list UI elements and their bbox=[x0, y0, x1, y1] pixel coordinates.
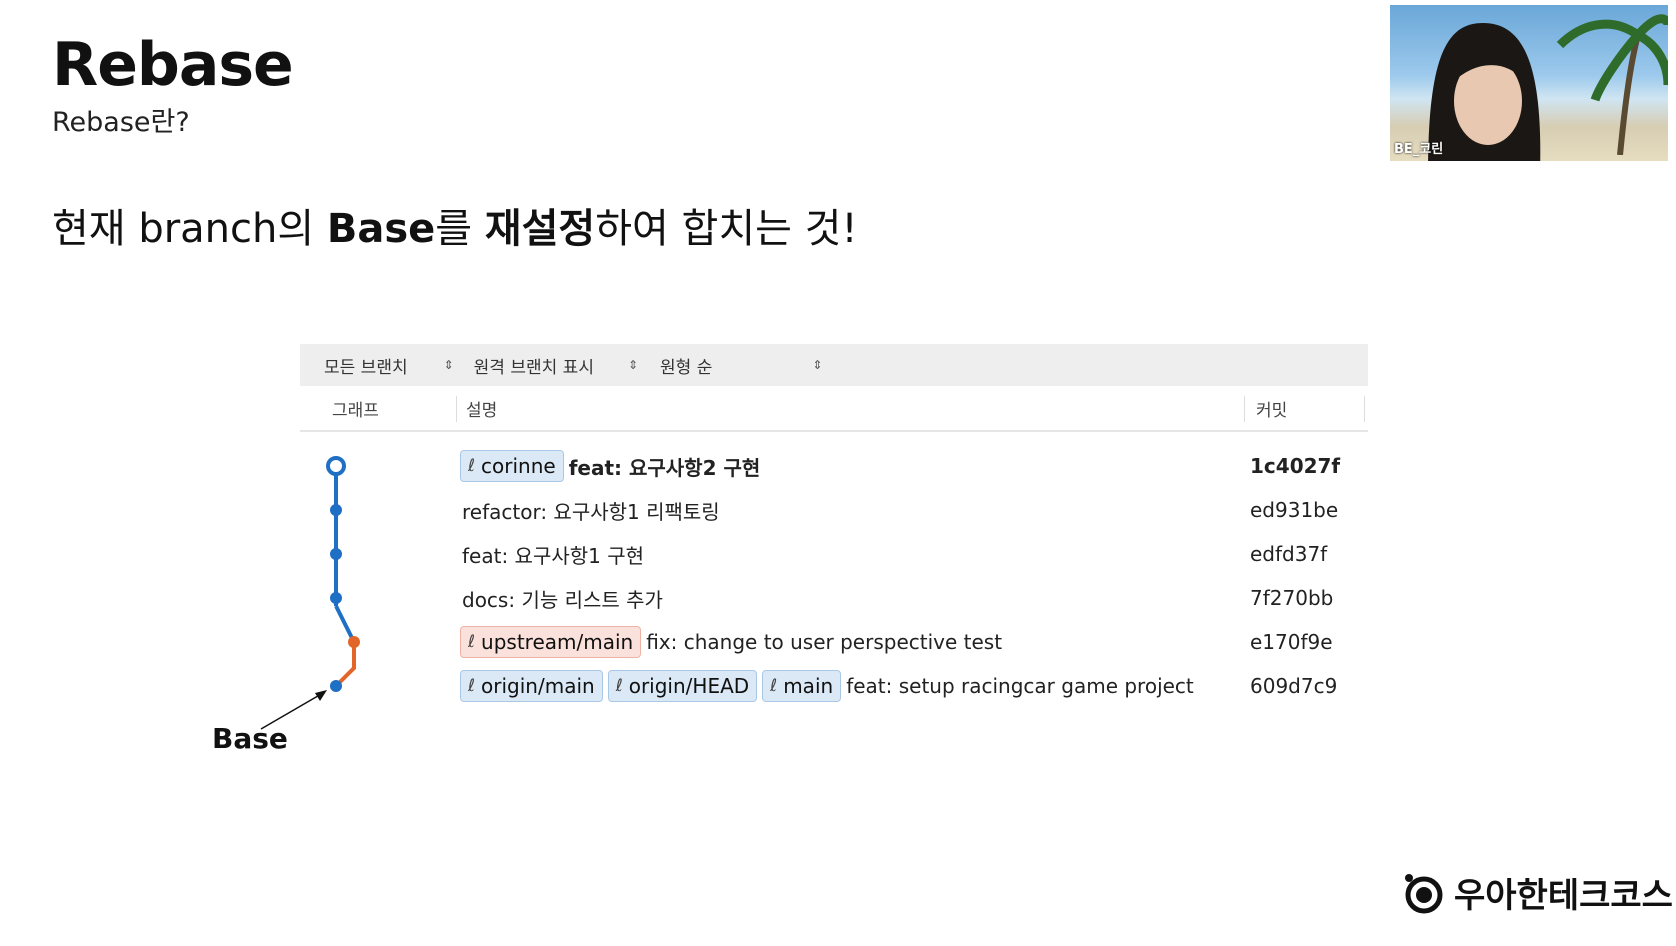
commit-graph bbox=[326, 456, 360, 692]
commit-message: docs: 기능 리스트 추가 bbox=[462, 587, 663, 612]
commit-description: ℓ origin/main ℓ origin/HEAD ℓ main feat: se… bbox=[460, 670, 1194, 702]
headline-bold2: 재설정 bbox=[484, 206, 596, 252]
branch-icon: ℓ bbox=[770, 676, 778, 696]
base-label: Base bbox=[212, 722, 288, 755]
headline: 현재 branch의 Base를 재설정하여 합치는 것! bbox=[52, 196, 857, 254]
column-description[interactable]: 설명 bbox=[466, 396, 497, 421]
commit-node[interactable] bbox=[330, 504, 342, 516]
branch-tag[interactable]: ℓ origin/HEAD bbox=[607, 670, 758, 702]
webcam-name-label: BE_코린 bbox=[1394, 142, 1444, 157]
headline-part3: 하여 합치는 것! bbox=[595, 206, 858, 252]
column-divider[interactable] bbox=[1244, 396, 1245, 422]
commit-message: feat: setup racingcar game project bbox=[846, 674, 1194, 698]
palm-tree-icon bbox=[1556, 14, 1668, 155]
commit-node[interactable] bbox=[330, 548, 342, 560]
logo-text: 우아한테크코스 bbox=[1454, 876, 1673, 916]
git-toolbar: 모든 브랜치 ⇕ 원격 브랜치 표시 ⇕ 원형 순 ⇕ bbox=[300, 344, 1368, 386]
order-select[interactable]: 원형 순 ⇕ bbox=[660, 353, 822, 378]
branch-icon: ℓ bbox=[468, 676, 476, 696]
branch-filter-select[interactable]: 모든 브랜치 ⇕ bbox=[324, 353, 454, 378]
commit-hash: edfd37f bbox=[1250, 542, 1328, 566]
slide-title: Rebase bbox=[52, 30, 294, 100]
commit-message: fix: change to user perspective test bbox=[646, 630, 1003, 654]
branch-icon: ℓ bbox=[468, 632, 476, 652]
slide: Rebase Rebase란? 현재 branch의 Base를 재설정하여 합… bbox=[0, 0, 1676, 946]
branch-filter-label: 모든 브랜치 bbox=[324, 357, 408, 378]
woowa-tech-course-logo: 우아한테크코스 bbox=[1400, 868, 1673, 917]
commit-description: refactor: 요구사항1 리팩토링 bbox=[460, 496, 720, 525]
commit-hash: 609d7c9 bbox=[1250, 674, 1338, 698]
headline-part2: 를 bbox=[435, 206, 485, 252]
commit-description: docs: 기능 리스트 추가 bbox=[460, 584, 663, 613]
commit-node[interactable] bbox=[330, 592, 342, 604]
webcam-video: BE_코린 bbox=[1390, 5, 1668, 161]
chevron-updown-icon: ⇕ bbox=[443, 358, 454, 372]
commit-hash: e170f9e bbox=[1250, 630, 1333, 654]
branch-tag-label: corinne bbox=[481, 454, 556, 478]
branch-tag[interactable]: ℓ origin/main bbox=[460, 670, 603, 702]
commit-hash: 7f270bb bbox=[1250, 586, 1334, 610]
chevron-updown-icon: ⇕ bbox=[627, 358, 639, 372]
branch-icon: ℓ bbox=[615, 676, 623, 696]
remote-branch-label: 원격 브랜치 표시 bbox=[473, 357, 594, 378]
order-label: 원형 순 bbox=[660, 357, 713, 378]
commit-description: ℓ corinne feat: 요구사항2 구현 bbox=[460, 450, 760, 482]
git-log-panel: 모든 브랜치 ⇕ 원격 브랜치 표시 ⇕ 원형 순 ⇕ 그래프 설명 커밋 ℓ … bbox=[300, 344, 1368, 702]
commit-hash: ed931be bbox=[1250, 498, 1339, 522]
branch-tag-label: main bbox=[783, 674, 834, 698]
column-divider bbox=[1364, 396, 1365, 422]
branch-tag-label: origin/main bbox=[481, 674, 595, 698]
commit-description: feat: 요구사항1 구현 bbox=[460, 540, 644, 569]
branch-tag[interactable]: ℓ corinne bbox=[460, 450, 564, 482]
commit-message: feat: 요구사항2 구현 bbox=[568, 455, 761, 480]
remote-branch-select[interactable]: 원격 브랜치 표시 ⇕ bbox=[474, 353, 638, 378]
branch-tag-label: origin/HEAD bbox=[628, 674, 750, 698]
commit-node[interactable] bbox=[348, 636, 360, 648]
logo-icon bbox=[1405, 873, 1443, 913]
column-divider[interactable] bbox=[456, 396, 457, 422]
commit-node-head[interactable] bbox=[326, 456, 346, 476]
column-header: 그래프 설명 커밋 bbox=[300, 386, 1368, 432]
slide-subtitle: Rebase란? bbox=[52, 107, 190, 138]
commit-message: refactor: 요구사항1 리팩토링 bbox=[462, 499, 720, 524]
commit-hash: 1c4027f bbox=[1250, 454, 1341, 478]
column-commit[interactable]: 커밋 bbox=[1256, 396, 1287, 421]
commit-message: feat: 요구사항1 구현 bbox=[462, 543, 645, 568]
branch-tag-label: upstream/main bbox=[481, 630, 634, 654]
commit-description: ℓ upstream/main fix: change to user persp… bbox=[460, 626, 1002, 658]
column-graph[interactable]: 그래프 bbox=[332, 396, 379, 421]
headline-bold1: Base bbox=[326, 206, 436, 252]
chevron-updown-icon: ⇕ bbox=[812, 358, 823, 372]
branch-icon: ℓ bbox=[468, 456, 476, 476]
branch-tag[interactable]: ℓ main bbox=[762, 670, 842, 702]
headline-part1: 현재 branch의 bbox=[52, 206, 327, 252]
branch-tag[interactable]: ℓ upstream/main bbox=[460, 626, 642, 658]
